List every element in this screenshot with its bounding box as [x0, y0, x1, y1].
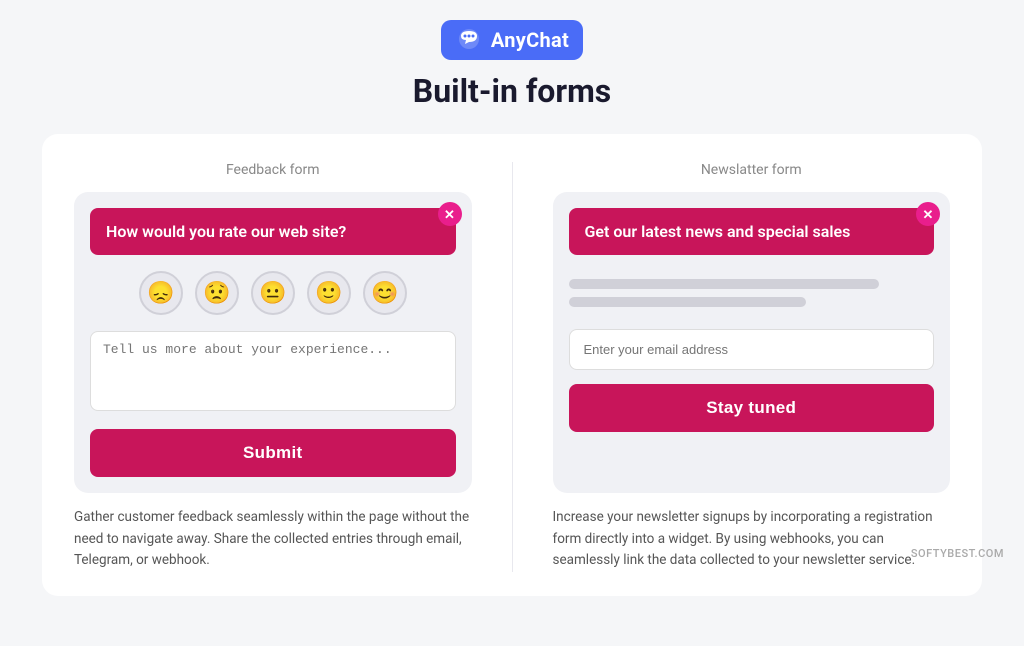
rating-row: 😞 😟 😐 🙂 😊	[90, 271, 456, 315]
newsletter-section-label: Newslatter form	[553, 162, 951, 178]
newsletter-form-column: Newslatter form ✕ Get our latest news an…	[553, 162, 951, 572]
feedback-close-button[interactable]: ✕	[438, 202, 462, 226]
newsletter-skeleton-lines	[569, 271, 935, 315]
rating-face-5[interactable]: 😊	[363, 271, 407, 315]
anychat-logo-icon	[455, 26, 483, 54]
logo-area: AnyChat	[441, 20, 583, 60]
rating-face-4[interactable]: 🙂	[307, 271, 351, 315]
watermark: SOFTYBEST.COM	[911, 547, 1004, 560]
logo-text: AnyChat	[491, 28, 569, 52]
newsletter-widget: ✕ Get our latest news and special sales …	[553, 192, 951, 493]
feedback-header-text: How would you rate our web site?	[106, 222, 346, 241]
main-card: Feedback form ✕ How would you rate our w…	[42, 134, 982, 596]
feedback-section-label: Feedback form	[74, 162, 472, 178]
rating-face-3[interactable]: 😐	[251, 271, 295, 315]
newsletter-header: Get our latest news and special sales	[569, 208, 935, 255]
feedback-submit-button[interactable]: Submit	[90, 429, 456, 477]
newsletter-submit-button[interactable]: Stay tuned	[569, 384, 935, 432]
email-input[interactable]	[569, 329, 935, 370]
logo-badge: AnyChat	[441, 20, 583, 60]
newsletter-description: Increase your newsletter signups by inco…	[553, 507, 951, 572]
skeleton-line-1	[569, 279, 880, 289]
newsletter-header-text: Get our latest news and special sales	[585, 222, 851, 241]
rating-face-2[interactable]: 😟	[195, 271, 239, 315]
feedback-textarea[interactable]	[90, 331, 456, 411]
rating-face-1[interactable]: 😞	[139, 271, 183, 315]
feedback-description: Gather customer feedback seamlessly with…	[74, 507, 472, 572]
column-divider	[512, 162, 513, 572]
feedback-header: How would you rate our web site?	[90, 208, 456, 255]
newsletter-close-button[interactable]: ✕	[916, 202, 940, 226]
feedback-form-column: Feedback form ✕ How would you rate our w…	[74, 162, 472, 572]
page-title: Built-in forms	[413, 72, 611, 110]
skeleton-line-2	[569, 297, 807, 307]
feedback-widget: ✕ How would you rate our web site? 😞 😟 😐…	[74, 192, 472, 493]
